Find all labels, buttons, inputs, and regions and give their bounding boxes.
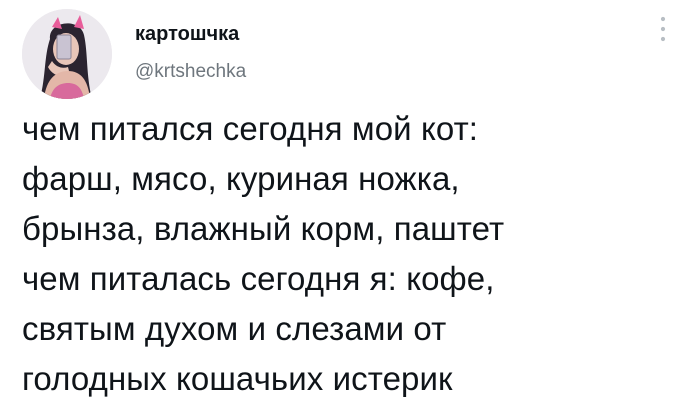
author-handle[interactable]: @krtshechka (135, 60, 246, 84)
avatar-photo (22, 9, 112, 99)
more-options-button[interactable] (648, 14, 678, 44)
author-display-name[interactable]: картошчка (135, 22, 246, 46)
author-info: картошчка @krtshechka (135, 22, 246, 84)
tweet: картошчка @krtshechka чем питался сегодн… (0, 0, 700, 403)
tweet-text-line: чем питалась сегодня я: кофе, (22, 260, 495, 297)
more-vertical-icon (660, 16, 666, 42)
tweet-text-line: святым духом и слезами от (22, 310, 447, 347)
tweet-text-line: фарш, мясо, куриная ножка, (22, 160, 460, 197)
avatar[interactable] (22, 9, 112, 99)
tweet-text-line: чем питался сегодня мой кот: (22, 110, 479, 147)
tweet-text-line: брынза, влажный корм, паштет (22, 210, 505, 247)
tweet-text-line: голодных кошачьих истерик (22, 360, 453, 397)
tweet-text: чем питался сегодня мой кот: фарш, мясо,… (22, 104, 692, 404)
